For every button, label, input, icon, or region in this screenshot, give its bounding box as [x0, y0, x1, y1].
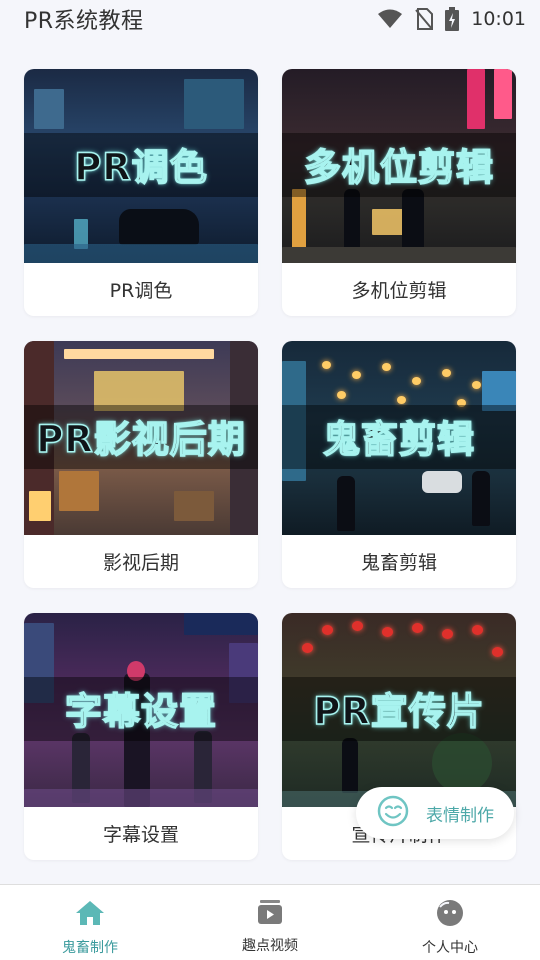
wifi-icon	[377, 9, 403, 29]
nav-item-fun-video[interactable]: 趣点视频	[180, 885, 360, 960]
nav-item-profile[interactable]: 个人中心	[360, 885, 540, 960]
face-icon	[436, 899, 464, 931]
card-image: 多机位剪辑	[282, 69, 516, 263]
card-overlay-title: 鬼畜剪辑	[322, 417, 475, 462]
nav-label: 鬼畜制作	[62, 940, 118, 956]
nav-item-remix-make[interactable]: 鬼畜制作	[0, 885, 180, 960]
tutorial-grid: PR调色 PR调色 多机位剪辑 多机位剪辑 PR影视后期 影视后期 鬼畜剪辑 鬼…	[24, 69, 516, 860]
nav-label: 趣点视频	[242, 938, 298, 954]
card-image: PR宣传片	[282, 613, 516, 807]
bottom-nav: 鬼畜制作 趣点视频 个人中心	[0, 884, 540, 960]
card-caption: 影视后期	[102, 552, 179, 574]
status-bar: PR系统教程 10:01	[0, 0, 540, 38]
card-overlay-title: 多机位剪辑	[303, 145, 494, 190]
card-image: 鬼畜剪辑	[282, 341, 516, 535]
card-image: PR影视后期	[24, 341, 258, 535]
emoji-maker-label: 表情制作	[426, 805, 494, 826]
card-caption: 字幕设置	[102, 824, 179, 846]
video-icon	[257, 899, 283, 929]
card-remix-edit[interactable]: 鬼畜剪辑 鬼畜剪辑	[282, 341, 516, 588]
card-subtitle-settings[interactable]: 字幕设置 字幕设置	[24, 613, 258, 860]
card-pr-color[interactable]: PR调色 PR调色	[24, 69, 258, 316]
nav-label: 个人中心	[422, 940, 478, 956]
app-title: PR系统教程	[24, 9, 144, 34]
card-multicam-edit[interactable]: 多机位剪辑 多机位剪辑	[282, 69, 516, 316]
card-overlay-title: PR影视后期	[35, 417, 246, 462]
card-image: PR调色	[24, 69, 258, 263]
no-sim-icon	[415, 8, 434, 30]
card-film-postproduction[interactable]: PR影视后期 影视后期	[24, 341, 258, 588]
card-overlay-title: PR调色	[73, 145, 208, 190]
card-caption: 鬼畜剪辑	[360, 552, 437, 574]
smile-face-icon	[376, 794, 410, 832]
home-icon	[75, 899, 105, 931]
emoji-maker-button[interactable]: 表情制作	[356, 787, 514, 839]
card-caption: PR调色	[109, 280, 173, 302]
status-icons: 10:01	[377, 7, 526, 31]
status-time: 10:01	[471, 8, 526, 30]
battery-charging-icon	[445, 7, 460, 31]
card-overlay-title: PR宣传片	[312, 689, 485, 734]
card-caption: 多机位剪辑	[351, 280, 447, 302]
card-overlay-title: 字幕设置	[64, 689, 217, 734]
card-image: 字幕设置	[24, 613, 258, 807]
